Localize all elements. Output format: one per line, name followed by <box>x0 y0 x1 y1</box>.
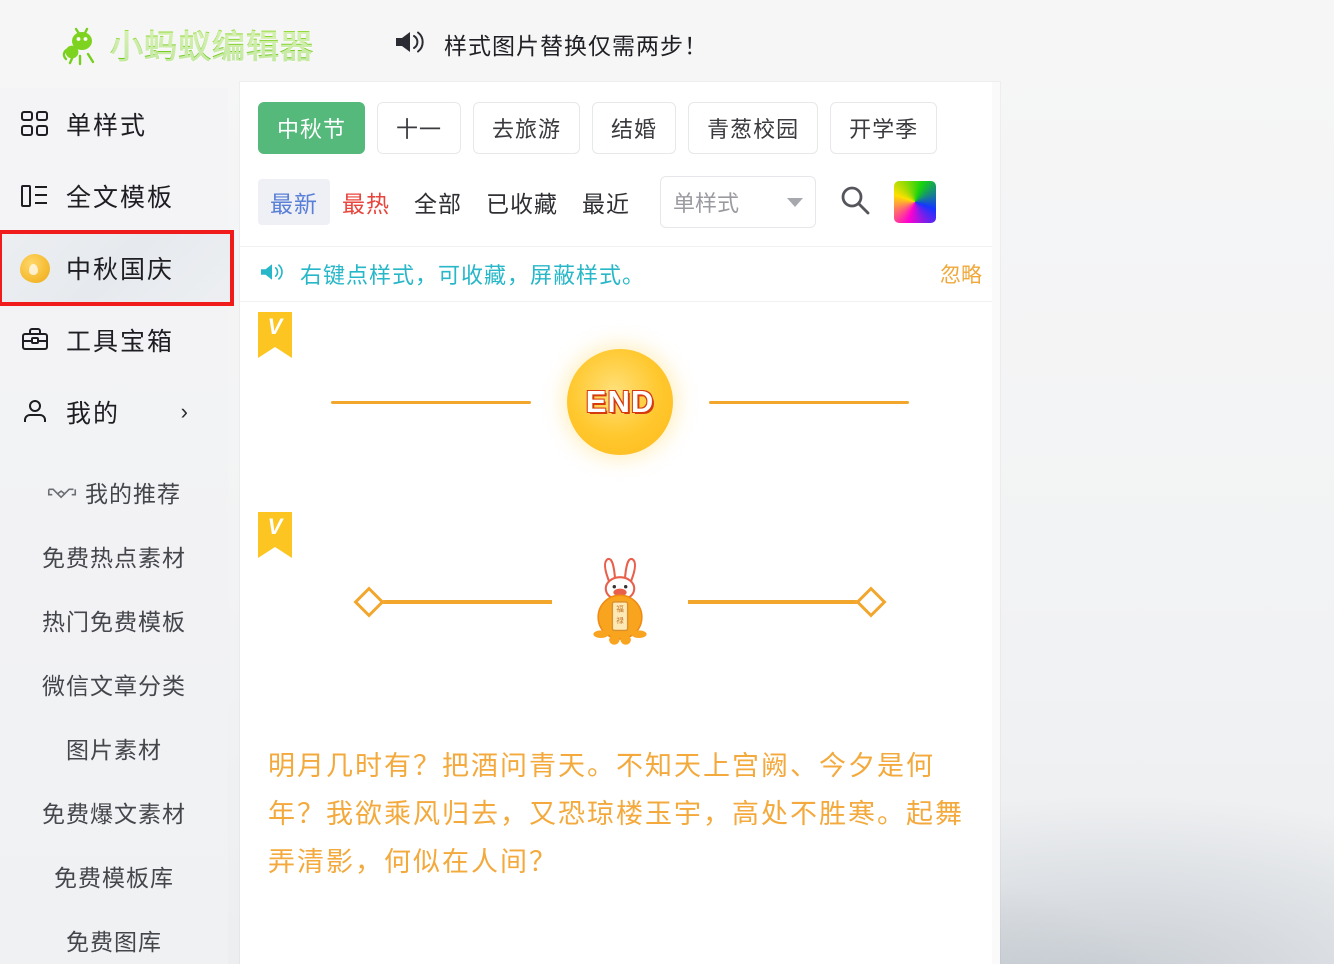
category-tab-wedding[interactable]: 结婚 <box>592 102 677 154</box>
style-type-select-value: 单样式 <box>673 191 740 216</box>
poem-style-preview[interactable]: 明月几时有？把酒问青天。不知天上宫阙、今夕是何年？我欲乘风归去，又恐琼楼玉宇，高… <box>240 702 1000 886</box>
sidebar-subitem-label: 热门免费模板 <box>42 609 186 635</box>
sidebar-item-mine[interactable]: 我的 › <box>0 376 228 448</box>
filter-recent[interactable]: 最近 <box>570 179 642 225</box>
filter-newest[interactable]: 最新 <box>258 179 330 225</box>
sidebar-item-popular-free-templates[interactable]: 热门免费模板 <box>0 588 228 652</box>
template-icon <box>18 179 52 213</box>
announcement-bar[interactable]: 样式图片替换仅需两步！ <box>392 27 708 61</box>
toolbox-icon <box>18 323 52 357</box>
chevron-down-icon <box>787 197 803 207</box>
diamond-icon-right <box>855 586 887 618</box>
category-tab-label: 去旅游 <box>492 117 562 142</box>
category-tab-label: 开学季 <box>849 117 919 142</box>
speaker-icon <box>392 28 426 61</box>
sidebar-item-full-template[interactable]: 全文模板 <box>0 160 228 232</box>
color-palette-icon[interactable] <box>894 181 936 223</box>
speaker-icon <box>258 261 286 288</box>
sidebar-item-label: 工具宝箱 <box>66 328 175 356</box>
rabbit-ingot-icon: 福 禄 <box>582 552 658 653</box>
style-list: V END V 福 禄 明月几时有？把酒问青天。不知天上宫阙、今夕是何年？我欲乘… <box>240 302 1000 886</box>
sidebar-subitem-label: 免费爆文素材 <box>42 801 186 827</box>
app-root: 小蚂蚁编辑器 样式图片替换仅需两步！ 单样式 全文模板 中秋国庆 工具宝箱 我的… <box>0 0 1334 964</box>
ignore-tip-button[interactable]: 忽略 <box>940 259 982 289</box>
divider-line-right <box>688 600 860 604</box>
style-card-end-divider[interactable]: V END <box>240 302 1000 502</box>
divider-line-left <box>380 600 552 604</box>
filter-all[interactable]: 全部 <box>402 179 474 225</box>
sidebar-subnav: 我的推荐 免费热点素材 热门免费模板 微信文章分类 图片素材 免费爆文素材 免费… <box>0 448 228 964</box>
app-logo[interactable]: 小蚂蚁编辑器 <box>58 20 314 68</box>
sidebar-subitem-label: 免费热点素材 <box>42 545 186 571</box>
user-icon <box>18 395 52 429</box>
category-tab-mid-autumn[interactable]: 中秋节 <box>258 102 366 154</box>
sidebar-item-label: 全文模板 <box>66 184 175 212</box>
sidebar-item-toolbox[interactable]: 工具宝箱 <box>0 304 228 376</box>
category-tabs: 中秋节 十一 去旅游 结婚 青葱校园 开学季 <box>258 102 982 154</box>
sidebar-item-label: 单样式 <box>66 112 148 140</box>
filter-bar: 最新 最热 全部 已收藏 最近 单样式 <box>258 176 982 228</box>
search-icon <box>838 183 872 222</box>
sidebar-subitem-label: 免费图库 <box>66 929 162 955</box>
sidebar-item-my-recommendation[interactable]: 我的推荐 <box>0 460 228 524</box>
vip-badge-label: V <box>267 314 283 339</box>
style-preview: END <box>240 302 1000 502</box>
grid-icon <box>18 107 52 141</box>
sidebar-item-free-viral-material[interactable]: 免费爆文素材 <box>0 780 228 844</box>
filter-favorited[interactable]: 已收藏 <box>474 179 570 225</box>
diamond-icon-left <box>353 586 385 618</box>
sidebar-item-label: 中秋国庆 <box>66 256 175 284</box>
svg-text:福: 福 <box>616 604 624 613</box>
category-tab-back-to-school[interactable]: 开学季 <box>830 102 938 154</box>
end-circle-label: END <box>585 384 655 419</box>
sidebar-item-free-hotspot-material[interactable]: 免费热点素材 <box>0 524 228 588</box>
moon-icon <box>18 251 52 285</box>
sidebar-item-free-image-library[interactable]: 免费图库 <box>0 908 228 964</box>
sidebar-subitem-label: 我的推荐 <box>85 481 181 507</box>
divider-line-left <box>331 400 531 404</box>
end-circle: END <box>567 349 673 455</box>
ant-icon <box>58 21 104 67</box>
vip-badge-label: V <box>267 514 283 539</box>
top-bar: 小蚂蚁编辑器 样式图片替换仅需两步！ <box>0 0 1334 88</box>
poem-text: 明月几时有？把酒问青天。不知天上宫阙、今夕是何年？我欲乘风归去，又恐琼楼玉宇，高… <box>268 751 964 877</box>
sidebar: 单样式 全文模板 中秋国庆 工具宝箱 我的 › 我的推荐 免费热点素材 热门免费… <box>0 88 234 964</box>
logo-text: 小蚂蚁编辑器 <box>110 20 314 68</box>
sidebar-subitem-label: 图片素材 <box>66 737 162 763</box>
sidebar-item-single-style[interactable]: 单样式 <box>0 88 228 160</box>
sidebar-item-wechat-article-categories[interactable]: 微信文章分类 <box>0 652 228 716</box>
sidebar-item-image-material[interactable]: 图片素材 <box>0 716 228 780</box>
tip-bar: 右键点样式，可收藏，屏蔽样式。 忽略 <box>240 246 1000 302</box>
category-tab-campus[interactable]: 青葱校园 <box>688 102 819 154</box>
announcement-text: 样式图片替换仅需两步！ <box>444 33 708 59</box>
category-tab-national-day[interactable]: 十一 <box>377 102 462 154</box>
tip-text: 右键点样式，可收藏，屏蔽样式。 <box>300 263 646 288</box>
svg-text:禄: 禄 <box>616 615 624 624</box>
handshake-icon <box>47 483 77 501</box>
category-tab-label: 青葱校园 <box>707 117 800 142</box>
search-button[interactable] <box>838 183 872 222</box>
divider-line-right <box>709 400 909 404</box>
panel-header: 中秋节 十一 去旅游 结婚 青葱校园 开学季 最新 最热 全部 已收藏 最近 单… <box>240 82 1000 228</box>
style-card-rabbit-divider[interactable]: V 福 禄 <box>240 502 1000 702</box>
style-type-select[interactable]: 单样式 <box>660 176 816 228</box>
category-tab-label: 中秋节 <box>277 117 347 142</box>
sidebar-item-label: 我的 <box>66 400 121 428</box>
filter-hottest[interactable]: 最热 <box>330 179 402 225</box>
sidebar-subitem-label: 微信文章分类 <box>42 673 186 699</box>
style-preview: 福 禄 <box>240 502 1000 702</box>
category-tab-label: 结婚 <box>611 117 658 142</box>
style-panel: 中秋节 十一 去旅游 结婚 青葱校园 开学季 最新 最热 全部 已收藏 最近 单… <box>240 82 1000 964</box>
category-tab-travel[interactable]: 去旅游 <box>473 102 581 154</box>
sidebar-item-mid-autumn-national-day[interactable]: 中秋国庆 <box>0 230 234 306</box>
chevron-right-icon: › <box>180 399 188 424</box>
sidebar-subitem-label: 免费模板库 <box>54 865 174 891</box>
category-tab-label: 十一 <box>396 117 443 142</box>
sidebar-item-free-template-library[interactable]: 免费模板库 <box>0 844 228 908</box>
